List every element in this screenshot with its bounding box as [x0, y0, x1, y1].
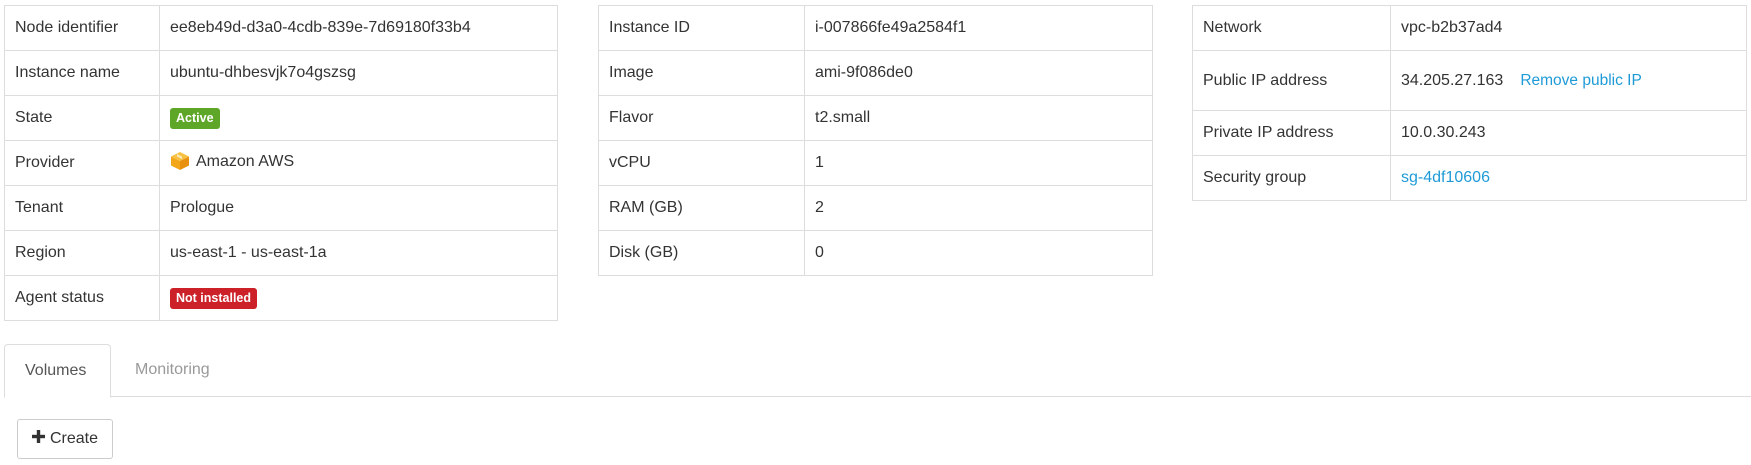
region-label: Region — [4, 230, 160, 276]
security-group-link[interactable]: sg-4df10606 — [1401, 169, 1490, 186]
table-row: Instance ID i-007866fe49a2584f1 — [598, 5, 1153, 51]
detail-tabs: Volumes Monitoring — [4, 344, 1751, 398]
table-row: Instance name ubuntu-dhbesvjk7o4gszsg — [4, 50, 558, 96]
vcpu-value: 1 — [804, 140, 1153, 186]
plus-icon — [31, 430, 45, 448]
network-table: Network vpc-b2b37ad4 Public IP address 3… — [1192, 5, 1747, 201]
disk-label: Disk (GB) — [598, 230, 805, 276]
create-volume-button[interactable]: Create — [17, 419, 113, 459]
table-row: Public IP address 34.205.27.163 Remove pu… — [1192, 50, 1747, 111]
region-value: us-east-1 - us-east-1a — [159, 230, 558, 276]
state-label: State — [4, 95, 160, 141]
network-value: vpc-b2b37ad4 — [1390, 5, 1747, 51]
image-value: ami-9f086de0 — [804, 50, 1153, 96]
node-identifier-label: Node identifier — [4, 5, 160, 51]
tab-volumes[interactable]: Volumes — [4, 344, 111, 398]
create-button-label: Create — [49, 430, 99, 447]
vcpu-label: vCPU — [598, 140, 805, 186]
node-identifier-value: ee8eb49d-d3a0-4cdb-839e-7d69180f33b4 — [159, 5, 558, 51]
node-info-table: Node identifier ee8eb49d-d3a0-4cdb-839e-… — [4, 5, 558, 321]
table-row: Region us-east-1 - us-east-1a — [4, 230, 558, 276]
aws-cube-icon — [170, 151, 190, 176]
state-status-badge: Active — [170, 107, 220, 129]
tenant-label: Tenant — [4, 185, 160, 231]
tenant-value: Prologue — [159, 185, 558, 231]
table-row: RAM (GB) 2 — [598, 185, 1153, 231]
agent-status-label: Agent status — [4, 275, 160, 321]
public-ip-label: Public IP address — [1192, 50, 1391, 111]
agent-status-badge: Not installed — [170, 287, 258, 309]
tab-monitoring[interactable]: Monitoring — [115, 344, 230, 397]
security-group-label: Security group — [1192, 155, 1391, 201]
instance-name-value: ubuntu-dhbesvjk7o4gszsg — [159, 50, 558, 96]
flavor-label: Flavor — [598, 95, 805, 141]
table-row: Node identifier ee8eb49d-d3a0-4cdb-839e-… — [4, 5, 558, 51]
table-row: Flavor t2.small — [598, 95, 1153, 141]
remove-public-ip-link[interactable]: Remove public IP — [1520, 72, 1641, 89]
ram-label: RAM (GB) — [598, 185, 805, 231]
private-ip-value: 10.0.30.243 — [1390, 110, 1747, 156]
image-label: Image — [598, 50, 805, 96]
flavor-value: t2.small — [804, 95, 1153, 141]
instance-details-page: Node identifier ee8eb49d-d3a0-4cdb-839e-… — [0, 0, 1751, 465]
private-ip-label: Private IP address — [1192, 110, 1391, 156]
provider-value: Amazon AWS — [196, 152, 295, 170]
table-row: Image ami-9f086de0 — [598, 50, 1153, 96]
table-row: Disk (GB) 0 — [598, 230, 1153, 276]
table-row: vCPU 1 — [598, 140, 1153, 186]
network-label: Network — [1192, 5, 1391, 51]
instance-specs-table: Instance ID i-007866fe49a2584f1 Image am… — [598, 5, 1153, 276]
table-row: Network vpc-b2b37ad4 — [1192, 5, 1747, 51]
instance-id-label: Instance ID — [598, 5, 805, 51]
instance-id-value: i-007866fe49a2584f1 — [804, 5, 1153, 51]
table-row: Security group sg-4df10606 — [1192, 155, 1747, 201]
instance-name-label: Instance name — [4, 50, 160, 96]
disk-value: 0 — [804, 230, 1153, 276]
table-row: Provider Amazon AWS — [4, 140, 558, 186]
public-ip-value: 34.205.27.163 — [1401, 71, 1504, 89]
table-row: State Active — [4, 95, 558, 141]
table-row: Tenant Prologue — [4, 185, 558, 231]
ram-value: 2 — [804, 185, 1153, 231]
table-row: Agent status Not installed — [4, 275, 558, 321]
provider-label: Provider — [4, 140, 160, 186]
table-row: Private IP address 10.0.30.243 — [1192, 110, 1747, 156]
